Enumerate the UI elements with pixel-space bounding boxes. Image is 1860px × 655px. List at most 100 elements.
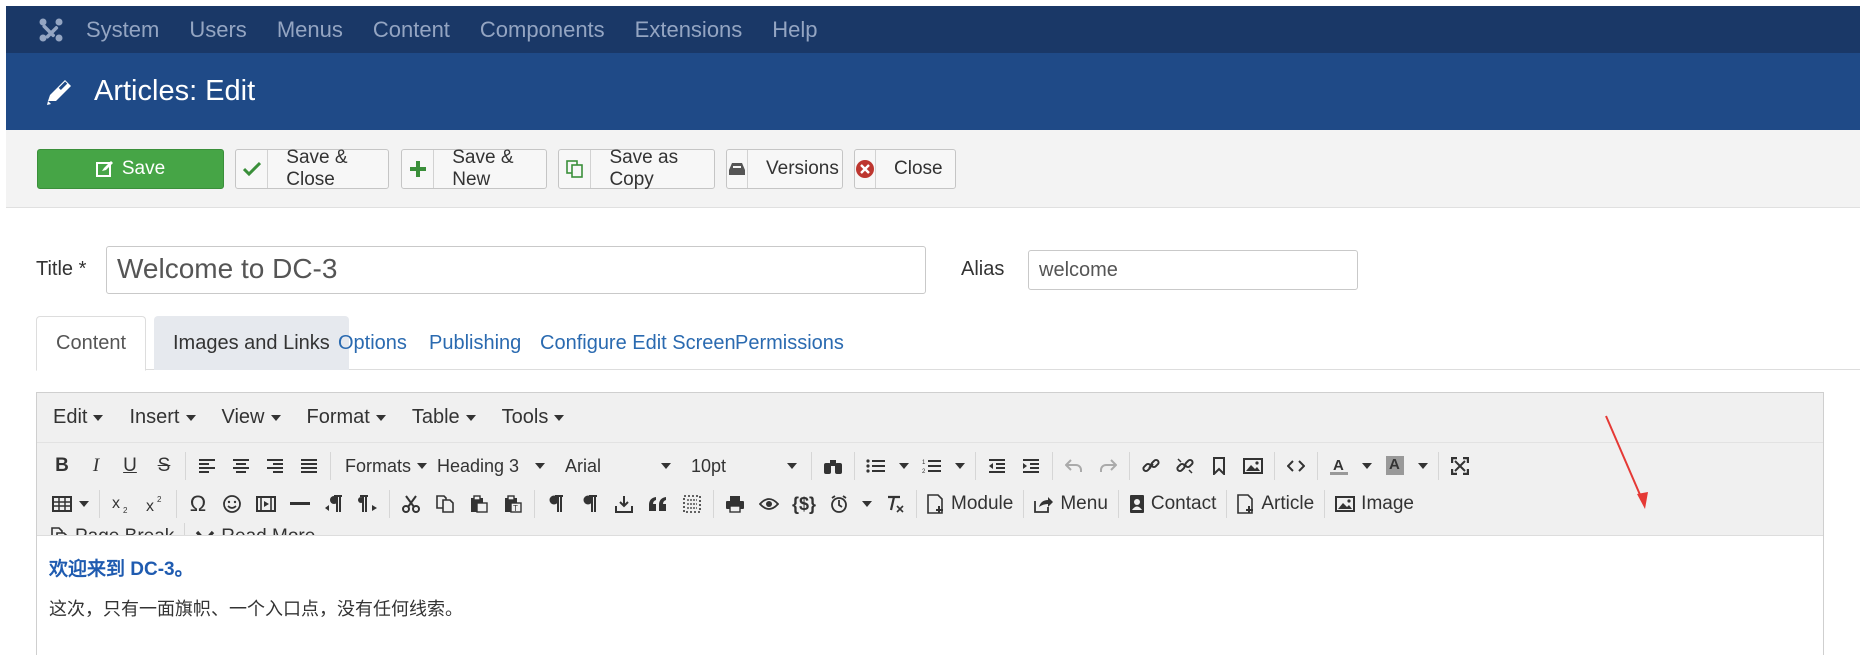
underline-icon[interactable]: U [113,450,147,482]
font-size-dropdown[interactable]: 10pt [681,450,807,482]
outdent-icon[interactable] [980,450,1014,482]
indent-icon[interactable] [1014,450,1048,482]
svg-text:2: 2 [922,469,926,474]
font-size-value: 10pt [691,455,727,476]
menu-insert[interactable]: Insert [129,406,196,429]
bullet-list-icon[interactable] [859,450,893,482]
ltr-icon[interactable] [317,488,351,520]
find-replace-icon[interactable] [816,450,850,482]
block-format-dropdown[interactable]: Heading 3 [427,450,555,482]
title-input[interactable]: Welcome to DC-3 [106,246,926,294]
image-button[interactable]: Image [1329,488,1420,520]
font-family-value: Arial [565,455,602,476]
table-caret-icon[interactable] [79,501,89,507]
contact-button[interactable]: Contact [1123,488,1222,520]
share-icon [1034,497,1054,513]
close-button[interactable]: Close [854,149,956,189]
copy-doc-icon[interactable] [428,488,462,520]
article-tabs: Content Images and Links Options Publish… [36,312,1860,371]
unlink-icon[interactable] [1168,450,1202,482]
formats-dropdown[interactable]: Formats [335,450,428,482]
menu-button[interactable]: Menu [1028,488,1114,520]
menu-tools[interactable]: Tools [502,406,565,429]
text-color-caret-icon[interactable] [1362,463,1372,469]
joomla-logo-icon[interactable] [26,6,76,53]
print-icon[interactable] [718,488,752,520]
alias-label: Alias [961,258,1005,280]
menu-format[interactable]: Format [307,406,386,429]
strikethrough-icon[interactable]: S [147,450,181,482]
font-family-dropdown[interactable]: Arial [555,450,681,482]
paste-text-icon[interactable]: T [496,488,530,520]
cut-icon[interactable] [394,488,428,520]
horizontal-line-icon[interactable] [283,488,317,520]
table-icon[interactable] [45,488,79,520]
save-button[interactable]: Save [37,149,224,189]
insert-template-icon[interactable] [607,488,641,520]
background-color-icon[interactable]: A [1378,450,1412,482]
save-close-button[interactable]: Save & Close [235,147,389,190]
nav-menus[interactable]: Menus [277,17,343,43]
show-blocks-icon[interactable] [573,488,607,520]
bookmark-icon[interactable] [1202,450,1236,482]
preview-icon[interactable] [752,488,786,520]
module-button[interactable]: Module [921,488,1019,520]
visual-aid-icon[interactable] [675,488,709,520]
tab-permissions[interactable]: Permissions [716,316,863,370]
divider [1226,490,1228,518]
align-right-icon[interactable] [258,450,292,482]
paste-icon[interactable] [462,488,496,520]
nav-content[interactable]: Content [373,17,450,43]
text-color-icon[interactable]: A [1322,450,1356,482]
divider [185,452,186,480]
align-justify-icon[interactable] [292,450,326,482]
menu-edit[interactable]: Edit [53,406,104,429]
numbered-list-caret-icon[interactable] [955,463,965,469]
editor-content-area[interactable]: 欢迎来到 DC-3。 这次，只有一面旗帜、一个入口点，没有任何线索。 [37,535,1823,655]
menu-table[interactable]: Table [412,406,476,429]
close-label: Close [894,158,943,179]
menu-edit-label: Edit [53,406,88,428]
tab-content[interactable]: Content [36,316,147,371]
italic-icon[interactable]: I [79,450,113,482]
nav-users[interactable]: Users [189,17,246,43]
save-copy-button[interactable]: Save as Copy [558,147,715,190]
redo-icon[interactable] [1091,450,1125,482]
special-character-icon[interactable]: Ω [181,488,215,520]
datetime-caret-icon[interactable] [862,501,873,507]
save-new-button[interactable]: Save & New [401,147,547,190]
background-color-caret-icon[interactable] [1418,463,1428,469]
bold-icon[interactable]: B [45,450,79,482]
alias-input[interactable]: welcome [1028,250,1358,290]
template-variable-icon[interactable]: {$} [786,488,822,520]
align-left-icon[interactable] [190,450,224,482]
link-icon[interactable] [1134,450,1168,482]
caret-icon [93,414,104,421]
undo-icon[interactable] [1057,450,1091,482]
numbered-list-icon[interactable]: 12 [915,450,949,482]
nav-system[interactable]: System [86,17,159,43]
nav-help[interactable]: Help [772,17,817,43]
image-insert-icon[interactable] [1236,450,1270,482]
file-plus-icon [927,494,944,514]
menu-view[interactable]: View [222,406,281,429]
divider [389,490,390,518]
image-label: Image [1361,493,1414,514]
align-center-icon[interactable] [224,450,258,482]
media-icon[interactable] [249,488,283,520]
nav-components[interactable]: Components [480,17,605,43]
superscript-icon[interactable]: x2 [138,488,172,520]
bullet-list-caret-icon[interactable] [899,463,909,469]
paragraph-icon[interactable] [539,488,573,520]
blockquote-icon[interactable] [641,488,675,520]
code-icon[interactable] [1279,450,1313,482]
fullscreen-icon[interactable] [1443,450,1477,482]
rtl-icon[interactable] [351,488,385,520]
article-button[interactable]: Article [1231,488,1320,520]
versions-button[interactable]: Versions [726,149,843,189]
nav-extensions[interactable]: Extensions [635,17,743,43]
subscript-icon[interactable]: x2 [104,488,138,520]
emoticons-icon[interactable] [215,488,249,520]
clear-formatting-icon[interactable] [878,488,912,520]
insert-datetime-icon[interactable] [822,488,856,520]
